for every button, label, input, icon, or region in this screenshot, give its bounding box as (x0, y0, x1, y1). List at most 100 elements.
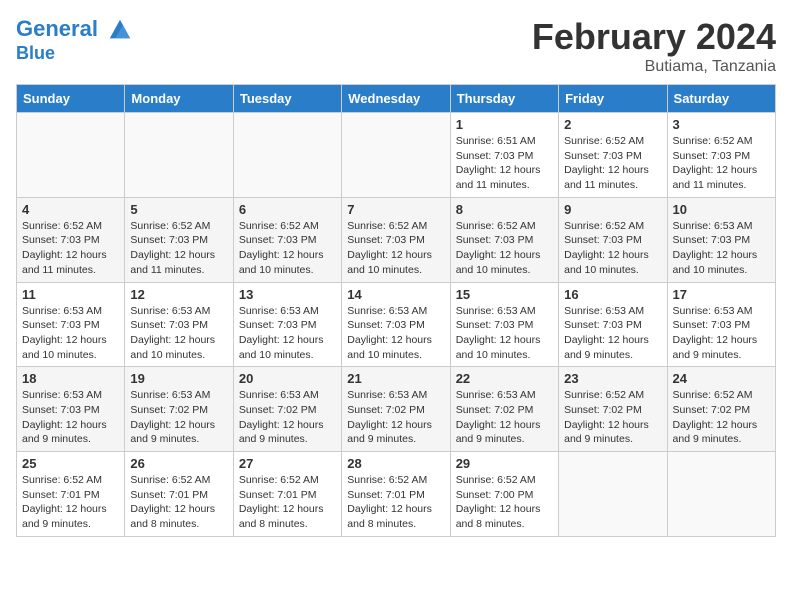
calendar-cell: 20Sunrise: 6:53 AM Sunset: 7:02 PM Dayli… (233, 367, 341, 452)
day-info: Sunrise: 6:53 AM Sunset: 7:03 PM Dayligh… (673, 219, 770, 278)
calendar-cell: 26 Sunrise: 6:52 AM Sunset: 7:01 PM Dayli… (125, 452, 233, 537)
weekday-header-wednesday: Wednesday (342, 85, 450, 113)
day-number: 26 (130, 456, 227, 471)
day-info: Sunrise: 6:53 AM Sunset: 7:02 PM Dayligh… (456, 388, 553, 447)
day-number: 19 (130, 371, 227, 386)
day-info: Sunrise: 6:52 AM Sunset: 7:01 PM Dayligh… (130, 473, 227, 532)
day-number: 13 (239, 287, 336, 302)
day-number: 1 (456, 117, 553, 132)
day-number: 17 (673, 287, 770, 302)
calendar-cell: 16 Sunrise: 6:53 AM Sunset: 7:03 PM Dayli… (559, 282, 667, 367)
week-row-1: 1 Sunrise: 6:51 AM Sunset: 7:03 PM Daylig… (17, 113, 776, 198)
calendar-cell: 29 Sunrise: 6:52 AM Sunset: 7:00 PM Dayli… (450, 452, 558, 537)
day-number: 23 (564, 371, 661, 386)
calendar-cell: 11 Sunrise: 6:53 AM Sunset: 7:03 PM Dayli… (17, 282, 125, 367)
calendar-cell: 6 Sunrise: 6:52 AM Sunset: 7:03 PM Daylig… (233, 197, 341, 282)
day-info: Sunrise: 6:52 AM Sunset: 7:03 PM Dayligh… (673, 134, 770, 193)
title-block: February 2024 Butiama, Tanzania (532, 16, 776, 76)
calendar-cell (559, 452, 667, 537)
calendar-cell: 21 Sunrise: 6:53 AM Sunset: 7:02 PM Dayli… (342, 367, 450, 452)
logo: General Blue (16, 16, 134, 64)
calendar-cell: 3 Sunrise: 6:52 AM Sunset: 7:03 PM Daylig… (667, 113, 775, 198)
calendar-cell: 13 Sunrise: 6:53 AM Sunset: 7:03 PM Dayli… (233, 282, 341, 367)
calendar-cell (667, 452, 775, 537)
day-info: Sunrise: 6:53 AM Sunset: 7:02 PM Dayligh… (130, 388, 227, 447)
day-info: Sunrise: 6:53 AM Sunset: 7:03 PM Dayligh… (239, 304, 336, 363)
day-number: 12 (130, 287, 227, 302)
calendar-cell (17, 113, 125, 198)
calendar-cell: 23 Sunrise: 6:52 AM Sunset: 7:02 PM Dayli… (559, 367, 667, 452)
weekday-header-monday: Monday (125, 85, 233, 113)
calendar-cell: 2 Sunrise: 6:52 AM Sunset: 7:03 PM Daylig… (559, 113, 667, 198)
day-number: 29 (456, 456, 553, 471)
day-info: Sunrise: 6:53 AM Sunset: 7:03 PM Dayligh… (22, 304, 119, 363)
weekday-header-friday: Friday (559, 85, 667, 113)
day-number: 8 (456, 202, 553, 217)
calendar-cell: 28Sunrise: 6:52 AM Sunset: 7:01 PM Dayli… (342, 452, 450, 537)
calendar-cell: 8 Sunrise: 6:52 AM Sunset: 7:03 PM Daylig… (450, 197, 558, 282)
day-info: Sunrise: 6:52 AM Sunset: 7:03 PM Dayligh… (564, 219, 661, 278)
day-number: 9 (564, 202, 661, 217)
logo-icon (106, 16, 134, 44)
day-number: 2 (564, 117, 661, 132)
calendar-cell: 18 Sunrise: 6:53 AM Sunset: 7:03 PM Dayli… (17, 367, 125, 452)
day-info: Sunrise: 6:53 AM Sunset: 7:03 PM Dayligh… (130, 304, 227, 363)
day-info: Sunrise: 6:52 AM Sunset: 7:02 PM Dayligh… (673, 388, 770, 447)
day-info: Sunrise: 6:52 AM Sunset: 7:01 PM Dayligh… (22, 473, 119, 532)
weekday-header-row: SundayMondayTuesdayWednesdayThursdayFrid… (17, 85, 776, 113)
day-info: Sunrise: 6:52 AM Sunset: 7:02 PM Dayligh… (564, 388, 661, 447)
weekday-header-sunday: Sunday (17, 85, 125, 113)
day-number: 28 (347, 456, 444, 471)
calendar-cell (342, 113, 450, 198)
calendar-cell: 25 Sunrise: 6:52 AM Sunset: 7:01 PM Dayli… (17, 452, 125, 537)
day-number: 11 (22, 287, 119, 302)
week-row-3: 11 Sunrise: 6:53 AM Sunset: 7:03 PM Dayli… (17, 282, 776, 367)
day-info: Sunrise: 6:53 AM Sunset: 7:02 PM Dayligh… (347, 388, 444, 447)
calendar-cell: 7Sunrise: 6:52 AM Sunset: 7:03 PM Daylig… (342, 197, 450, 282)
month-year-title: February 2024 (532, 16, 776, 58)
day-number: 10 (673, 202, 770, 217)
logo-blue-text: Blue (16, 44, 134, 64)
day-number: 20 (239, 371, 336, 386)
week-row-5: 25 Sunrise: 6:52 AM Sunset: 7:01 PM Dayli… (17, 452, 776, 537)
day-info: Sunrise: 6:52 AM Sunset: 7:03 PM Dayligh… (239, 219, 336, 278)
day-info: Sunrise: 6:52 AM Sunset: 7:03 PM Dayligh… (456, 219, 553, 278)
calendar-table: SundayMondayTuesdayWednesdayThursdayFrid… (16, 84, 776, 537)
week-row-4: 18 Sunrise: 6:53 AM Sunset: 7:03 PM Dayli… (17, 367, 776, 452)
calendar-cell (125, 113, 233, 198)
day-number: 18 (22, 371, 119, 386)
day-number: 21 (347, 371, 444, 386)
day-number: 15 (456, 287, 553, 302)
day-number: 14 (347, 287, 444, 302)
calendar-cell: 19 Sunrise: 6:53 AM Sunset: 7:02 PM Dayli… (125, 367, 233, 452)
calendar-cell: 9 Sunrise: 6:52 AM Sunset: 7:03 PM Daylig… (559, 197, 667, 282)
calendar-cell: 22 Sunrise: 6:53 AM Sunset: 7:02 PM Dayli… (450, 367, 558, 452)
day-number: 25 (22, 456, 119, 471)
calendar-cell: 17 Sunrise: 6:53 AM Sunset: 7:03 PM Dayli… (667, 282, 775, 367)
calendar-cell: 12 Sunrise: 6:53 AM Sunset: 7:03 PM Dayli… (125, 282, 233, 367)
weekday-header-saturday: Saturday (667, 85, 775, 113)
day-info: Sunrise: 6:53 AM Sunset: 7:03 PM Dayligh… (564, 304, 661, 363)
day-info: Sunrise: 6:53 AM Sunset: 7:03 PM Dayligh… (347, 304, 444, 363)
day-info: Sunrise: 6:52 AM Sunset: 7:03 PM Dayligh… (130, 219, 227, 278)
day-info: Sunrise: 6:53 AM Sunset: 7:03 PM Dayligh… (456, 304, 553, 363)
day-info: Sunrise: 6:53 AM Sunset: 7:03 PM Dayligh… (22, 388, 119, 447)
day-info: Sunrise: 6:52 AM Sunset: 7:03 PM Dayligh… (347, 219, 444, 278)
calendar-cell: 5Sunrise: 6:52 AM Sunset: 7:03 PM Daylig… (125, 197, 233, 282)
day-info: Sunrise: 6:52 AM Sunset: 7:03 PM Dayligh… (564, 134, 661, 193)
calendar-cell: 4 Sunrise: 6:52 AM Sunset: 7:03 PM Daylig… (17, 197, 125, 282)
day-number: 3 (673, 117, 770, 132)
day-number: 22 (456, 371, 553, 386)
day-info: Sunrise: 6:52 AM Sunset: 7:03 PM Dayligh… (22, 219, 119, 278)
day-info: Sunrise: 6:51 AM Sunset: 7:03 PM Dayligh… (456, 134, 553, 193)
day-number: 6 (239, 202, 336, 217)
day-info: Sunrise: 6:53 AM Sunset: 7:03 PM Dayligh… (673, 304, 770, 363)
weekday-header-thursday: Thursday (450, 85, 558, 113)
day-number: 16 (564, 287, 661, 302)
location-subtitle: Butiama, Tanzania (532, 58, 776, 76)
day-number: 4 (22, 202, 119, 217)
day-number: 24 (673, 371, 770, 386)
calendar-cell: 14 Sunrise: 6:53 AM Sunset: 7:03 PM Dayli… (342, 282, 450, 367)
calendar-cell (233, 113, 341, 198)
day-info: Sunrise: 6:52 AM Sunset: 7:00 PM Dayligh… (456, 473, 553, 532)
